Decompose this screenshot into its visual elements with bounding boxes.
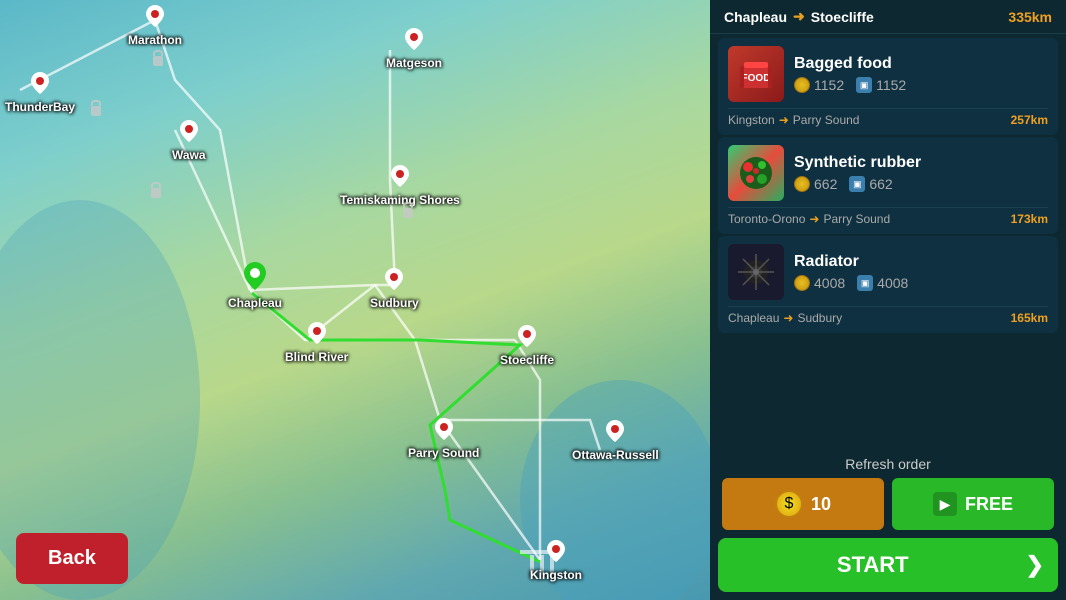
- route-header: Chapleau ➜ Stoecliffe 335km: [710, 0, 1066, 34]
- sell-price-2: 662: [794, 176, 837, 192]
- free-label: FREE: [965, 494, 1013, 515]
- map-area: ThunderBay Marathon Wawa Matgeson: [0, 0, 710, 600]
- order-top-3: Radiator 4008 ▣ 4008: [728, 244, 1048, 300]
- order-prices-3: 4008 ▣ 4008: [794, 275, 1048, 291]
- orders-list: FOOD Bagged food 1152 ▣ 1152: [710, 34, 1066, 450]
- order-route-1: Kingston ➜ Parry Sound 257km: [728, 108, 1048, 127]
- coin-icon-3: [794, 275, 810, 291]
- side-panel: Chapleau ➜ Stoecliffe 335km FOOD: [710, 0, 1066, 600]
- order-top-1: FOOD Bagged food 1152 ▣ 1152: [728, 46, 1048, 102]
- refresh-coins-button[interactable]: $ 10: [722, 478, 884, 530]
- order-route-text-1: Kingston ➜ Parry Sound: [728, 113, 859, 127]
- start-label: START: [732, 552, 1014, 578]
- order-card-3[interactable]: Radiator 4008 ▣ 4008 Chaple: [718, 236, 1058, 333]
- quantity-1: ▣ 1152: [856, 77, 906, 93]
- city-matgeson: Matgeson: [386, 28, 442, 70]
- lock-2: [150, 48, 166, 71]
- city-stoecliffe: Stoecliffe: [500, 325, 554, 367]
- order-image-food: FOOD: [728, 46, 784, 102]
- city-sudbury: Sudbury: [370, 268, 419, 310]
- city-chapleau: Chapleau: [228, 262, 282, 310]
- sell-price-1: 1152: [794, 77, 844, 93]
- coins-cost: 10: [811, 494, 831, 515]
- city-parry-sound: Parry Sound: [408, 418, 479, 460]
- coin-icon-1: [794, 77, 810, 93]
- start-chevron-icon: ❯: [1026, 552, 1044, 578]
- order-distance-3: 165km: [1011, 311, 1048, 325]
- city-wawa: Wawa: [172, 120, 206, 162]
- refresh-label: Refresh order: [722, 456, 1054, 472]
- order-card-1[interactable]: FOOD Bagged food 1152 ▣ 1152: [718, 38, 1058, 135]
- box-icon-2: ▣: [849, 176, 865, 192]
- order-route-text-2: Toronto-Orono ➜ Parry Sound: [728, 212, 890, 226]
- route-arrow-small-1: ➜: [779, 113, 789, 127]
- order-name-2: Synthetic rubber: [794, 154, 1048, 172]
- order-details-3: Radiator 4008 ▣ 4008: [794, 253, 1048, 291]
- order-top-2: Synthetic rubber 662 ▣ 662: [728, 145, 1048, 201]
- order-route-text-3: Chapleau ➜ Sudbury: [728, 311, 842, 325]
- refresh-section: Refresh order $ 10 ▶ FREE: [710, 450, 1066, 534]
- route-info: Chapleau ➜ Stoecliffe: [724, 8, 874, 25]
- quantity-2: ▣ 662: [849, 176, 892, 192]
- map-routes: [0, 0, 710, 600]
- coin-icon-2: [794, 176, 810, 192]
- route-distance: 335km: [1008, 9, 1052, 25]
- order-route-2: Toronto-Orono ➜ Parry Sound 173km: [728, 207, 1048, 226]
- lock-4: [400, 200, 416, 223]
- order-distance-2: 173km: [1011, 212, 1048, 226]
- coin-icon-large: $: [775, 490, 803, 518]
- refresh-buttons: $ 10 ▶ FREE: [722, 478, 1054, 530]
- lock-1: [88, 98, 104, 121]
- city-marathon: Marathon: [128, 5, 182, 47]
- box-icon-1: ▣: [856, 77, 872, 93]
- order-card-2[interactable]: Synthetic rubber 662 ▣ 662: [718, 137, 1058, 234]
- order-prices-1: 1152 ▣ 1152: [794, 77, 1048, 93]
- route-to: Stoecliffe: [811, 9, 874, 25]
- lock-3: [148, 180, 164, 203]
- route-from: Chapleau: [724, 9, 787, 25]
- order-name-3: Radiator: [794, 253, 1048, 271]
- start-button[interactable]: START ❯: [718, 538, 1058, 592]
- city-kingston: Kingston: [530, 540, 582, 582]
- play-icon: ▶: [933, 492, 957, 516]
- order-image-rubber: [728, 145, 784, 201]
- order-prices-2: 662 ▣ 662: [794, 176, 1048, 192]
- order-distance-1: 257km: [1011, 113, 1048, 127]
- city-ottawa-russell: Ottawa-Russell: [572, 420, 659, 462]
- order-route-3: Chapleau ➜ Sudbury 165km: [728, 306, 1048, 325]
- box-icon-3: ▣: [857, 275, 873, 291]
- quantity-3: ▣ 4008: [857, 275, 908, 291]
- route-arrow-icon: ➜: [793, 8, 805, 25]
- city-thunderbay: ThunderBay: [5, 72, 75, 114]
- route-arrow-small-3: ➜: [783, 311, 793, 325]
- order-details-1: Bagged food 1152 ▣ 1152: [794, 55, 1048, 93]
- city-blind-river: Blind River: [285, 322, 348, 364]
- sell-price-3: 4008: [794, 275, 845, 291]
- route-arrow-small-2: ➜: [809, 212, 819, 226]
- refresh-free-button[interactable]: ▶ FREE: [892, 478, 1054, 530]
- order-details-2: Synthetic rubber 662 ▣ 662: [794, 154, 1048, 192]
- svg-text:FOOD: FOOD: [742, 73, 771, 84]
- order-image-radiator: [728, 244, 784, 300]
- back-button[interactable]: Back: [16, 533, 128, 584]
- order-name-1: Bagged food: [794, 55, 1048, 73]
